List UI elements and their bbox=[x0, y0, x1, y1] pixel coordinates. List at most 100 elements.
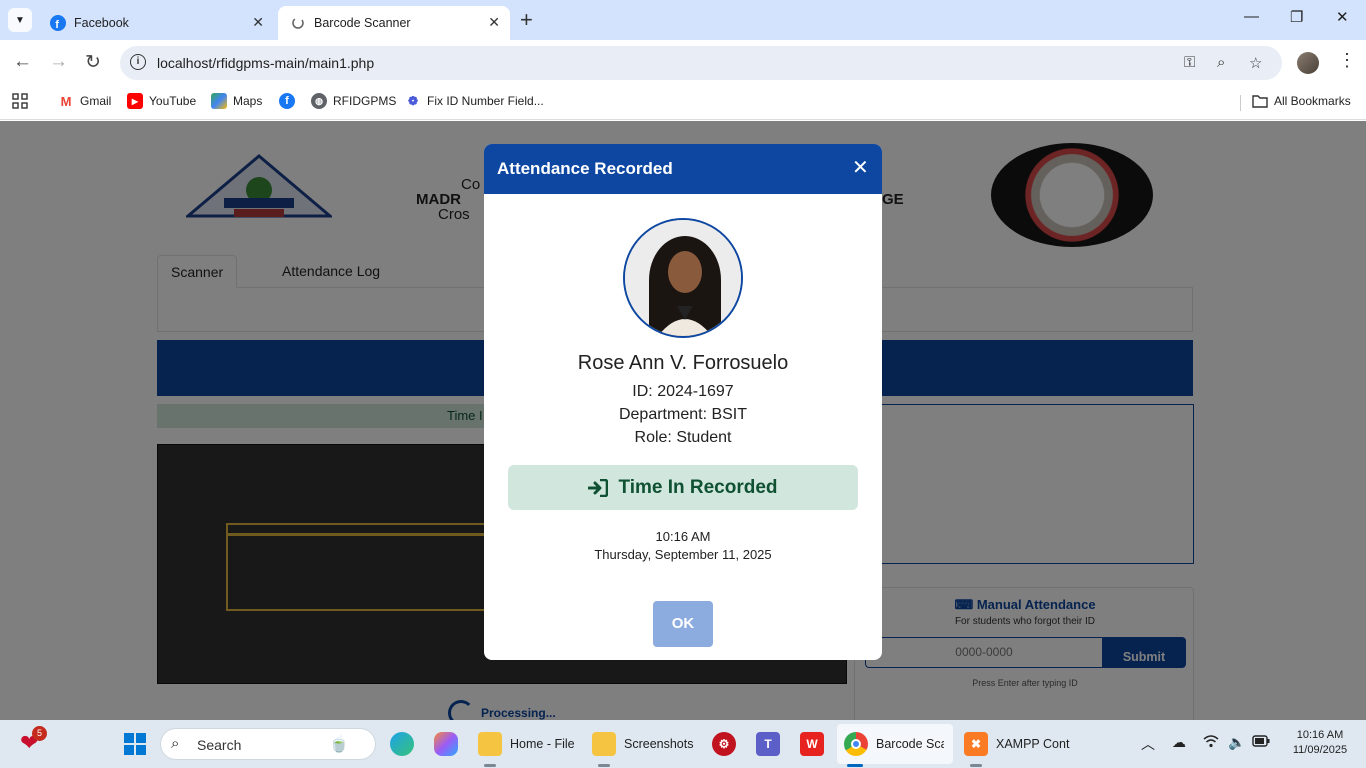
site-info-icon[interactable]: i bbox=[130, 54, 146, 70]
minimize-icon[interactable]: — bbox=[1244, 8, 1259, 25]
reload-icon[interactable]: ↻ bbox=[85, 51, 101, 74]
web-page: Co MADR Cros GE Scanner Attendance Log T… bbox=[0, 121, 1366, 720]
taskbar-item-label: Barcode Scar bbox=[876, 737, 944, 751]
copilot-app[interactable] bbox=[434, 732, 458, 756]
copilot-icon bbox=[434, 732, 458, 756]
modal-header: Attendance Recorded ✕ bbox=[484, 144, 882, 194]
search-label: Search bbox=[197, 737, 242, 753]
notification-app[interactable]: ❤ 5 bbox=[20, 726, 47, 756]
chrome-app[interactable]: Barcode Scar bbox=[844, 732, 944, 756]
ok-button[interactable]: OK bbox=[653, 601, 713, 647]
maps-icon bbox=[211, 93, 227, 109]
window-close-icon[interactable]: ✕ bbox=[1336, 8, 1349, 26]
recorded-time: 10:16 AM bbox=[655, 529, 711, 544]
chevron-up-icon[interactable]: ︿ bbox=[1141, 734, 1155, 754]
volume-icon[interactable]: 🔈 bbox=[1228, 734, 1245, 751]
close-icon[interactable]: ✕ bbox=[852, 158, 869, 178]
bookmark-fix-id[interactable]: ❁ Fix ID Number Field... bbox=[405, 93, 544, 109]
cloud-icon[interactable]: ☁ bbox=[1172, 734, 1186, 751]
bookmark-maps[interactable]: Maps bbox=[211, 93, 262, 109]
student-name: Rose Ann V. Forrosuelo bbox=[577, 352, 789, 374]
gmail-icon: M bbox=[60, 93, 72, 109]
bookmark-star-icon[interactable]: ☆ bbox=[1249, 54, 1262, 72]
status-text: Time In Recorded bbox=[618, 476, 778, 498]
windows-icon bbox=[123, 732, 147, 759]
bookmark-label: All Bookmarks bbox=[1274, 94, 1351, 108]
wifi-icon[interactable] bbox=[1203, 734, 1219, 751]
system-clock[interactable]: 10:16 AM 11/09/2025 bbox=[1280, 728, 1360, 758]
edge-icon bbox=[390, 732, 414, 756]
clock-date: 11/09/2025 bbox=[1292, 744, 1348, 756]
close-icon[interactable]: ✕ bbox=[252, 14, 264, 31]
xampp-icon: ✖ bbox=[964, 732, 988, 756]
profile-avatar[interactable] bbox=[1297, 52, 1319, 74]
address-bar[interactable]: i localhost/rfidgpms-main/main1.php ⚿ ⌕ … bbox=[120, 46, 1282, 80]
folder-icon bbox=[592, 732, 616, 756]
xampp-app[interactable]: ✖ XAMPP Cont bbox=[964, 732, 1069, 756]
all-bookmarks[interactable]: All Bookmarks bbox=[1252, 93, 1351, 109]
new-tab-button[interactable]: + bbox=[520, 8, 533, 32]
taskbar-search[interactable]: ⌕ Search 🍵 bbox=[160, 728, 376, 760]
bookmark-label: YouTube bbox=[149, 94, 197, 108]
apps-icon[interactable] bbox=[12, 93, 28, 109]
wps-app[interactable]: W bbox=[800, 732, 824, 756]
search-highlight-icon: 🍵 bbox=[329, 736, 349, 753]
running-indicator bbox=[484, 764, 496, 767]
bookmark-gmail[interactable]: M Gmail bbox=[58, 93, 112, 109]
bookmark-youtube[interactable]: ▶ YouTube bbox=[127, 93, 196, 109]
file-explorer-app[interactable]: Home - File bbox=[478, 732, 575, 756]
bookmark-label: Maps bbox=[233, 94, 263, 108]
running-indicator bbox=[598, 764, 610, 767]
chrome-center-icon bbox=[851, 739, 861, 749]
bookmark-facebook[interactable]: f bbox=[279, 93, 301, 109]
taskbar-item-label: Home - File bbox=[510, 737, 575, 751]
time-in-status: Time In Recorded bbox=[508, 465, 858, 510]
student-role: Role: Student bbox=[634, 429, 732, 446]
bookmark-label: Fix ID Number Field... bbox=[427, 94, 544, 108]
gear-app-icon: ⚙ bbox=[712, 732, 736, 756]
forward-icon[interactable]: → bbox=[49, 51, 68, 73]
teams-app[interactable]: T bbox=[756, 732, 780, 756]
tab-search-button[interactable]: ▼ bbox=[8, 8, 32, 32]
close-icon[interactable]: ✕ bbox=[488, 14, 500, 31]
facebook-icon: f bbox=[279, 93, 295, 109]
battery-icon[interactable] bbox=[1252, 734, 1270, 750]
page-icon bbox=[290, 15, 306, 31]
start-button[interactable] bbox=[123, 732, 147, 759]
url-text[interactable]: localhost/rfidgpms-main/main1.php bbox=[157, 55, 374, 71]
back-icon[interactable]: ← bbox=[13, 51, 32, 73]
student-photo bbox=[623, 218, 743, 338]
menu-icon[interactable]: ⋮ bbox=[1338, 50, 1356, 71]
bookmarks-divider bbox=[1240, 95, 1241, 111]
tab-barcode-scanner[interactable]: Barcode Scanner ✕ bbox=[278, 6, 510, 40]
taskbar-item-label: XAMPP Cont bbox=[996, 737, 1070, 751]
folder-icon bbox=[1252, 93, 1268, 109]
modal-title: Attendance Recorded bbox=[497, 159, 673, 178]
running-indicator bbox=[970, 764, 982, 767]
edge-app[interactable] bbox=[390, 732, 414, 756]
youtube-icon: ▶ bbox=[127, 93, 143, 109]
restore-icon[interactable]: ❐ bbox=[1290, 8, 1303, 26]
screenshots-folder-app[interactable]: Screenshots bbox=[592, 732, 693, 756]
folder-icon bbox=[478, 732, 502, 756]
taskbar-item-label: Screenshots bbox=[624, 737, 694, 751]
student-id: ID: 2024-1697 bbox=[632, 383, 734, 400]
tab-facebook[interactable]: f Facebook ✕ bbox=[38, 6, 274, 40]
recorded-date: Thursday, September 11, 2025 bbox=[594, 547, 772, 562]
clock-time: 10:16 AM bbox=[1296, 729, 1344, 741]
app-red-gear[interactable]: ⚙ bbox=[712, 732, 736, 756]
chrome-icon bbox=[844, 732, 868, 756]
facebook-icon: f bbox=[50, 15, 66, 31]
active-indicator bbox=[847, 764, 863, 767]
password-key-icon[interactable]: ⚿ bbox=[1184, 54, 1195, 71]
student-department: Department: BSIT bbox=[618, 406, 748, 423]
search-icon: ⌕ bbox=[171, 735, 180, 752]
tab-strip: ▼ f Facebook ✕ Barcode Scanner ✕ + — ❐ ✕ bbox=[0, 0, 1366, 40]
attendance-modal: Attendance Recorded ✕ Rose Ann V. Forros… bbox=[484, 144, 882, 660]
globe-icon: ◍ bbox=[311, 93, 327, 109]
svg-text:f: f bbox=[55, 19, 59, 31]
wps-icon: W bbox=[800, 732, 824, 756]
bookmark-rfidgpms[interactable]: ◍ RFIDGPMS bbox=[311, 93, 396, 109]
zoom-icon[interactable]: ⌕ bbox=[1217, 54, 1225, 71]
taskbar: ❤ 5 ⌕ Search 🍵 Home - File Screenshots ⚙… bbox=[0, 720, 1366, 768]
